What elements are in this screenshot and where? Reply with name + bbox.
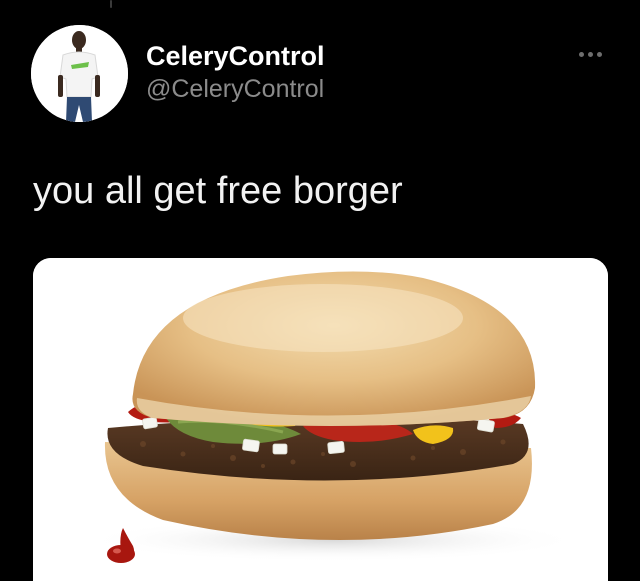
tweet-author[interactable]: CeleryControl @CeleryControl bbox=[146, 40, 325, 104]
author-avatar[interactable] bbox=[31, 25, 128, 122]
author-handle[interactable]: @CeleryControl bbox=[146, 74, 325, 104]
more-horizontal-icon-dot-2 bbox=[587, 51, 593, 57]
author-display-name[interactable]: CeleryControl bbox=[146, 40, 325, 72]
tweet-text: you all get free borger bbox=[33, 170, 403, 212]
thread-connector-line bbox=[110, 0, 112, 8]
hamburger-photo bbox=[33, 258, 608, 581]
more-options-button[interactable] bbox=[570, 44, 610, 64]
more-horizontal-icon bbox=[578, 51, 584, 57]
more-horizontal-icon-dot-3 bbox=[596, 51, 602, 57]
tweet-view: CeleryControl @CeleryControl you all get… bbox=[0, 0, 640, 581]
person-icon bbox=[31, 25, 128, 122]
tweet-media-image[interactable] bbox=[33, 258, 608, 581]
